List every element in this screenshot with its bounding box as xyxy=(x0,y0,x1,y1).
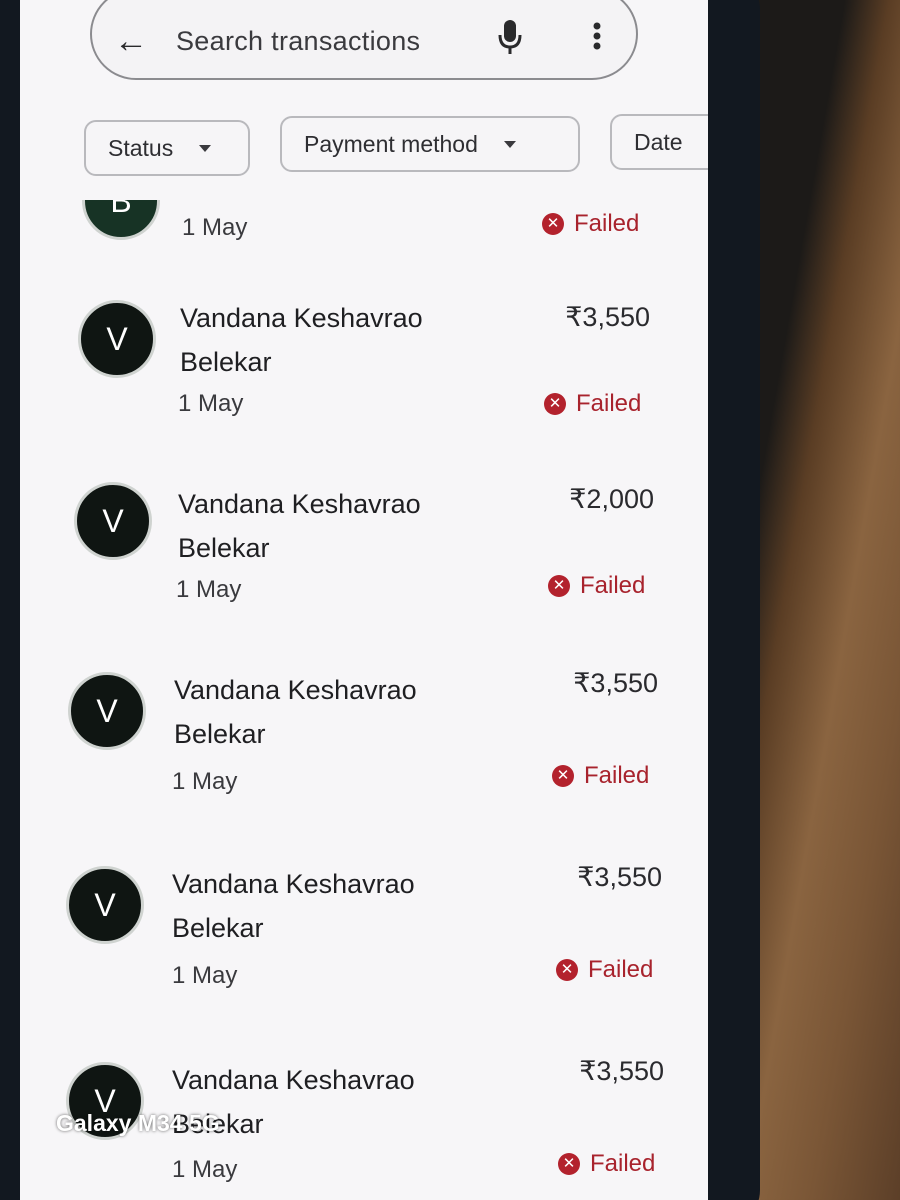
search-input[interactable]: Search transactions xyxy=(176,26,420,57)
name-line-1: Vandana Keshavrao xyxy=(174,675,417,705)
transaction-date: 1 May xyxy=(172,1156,238,1183)
status-badge: ✕ Failed xyxy=(544,390,641,418)
status-badge: ✕ Failed xyxy=(558,1150,655,1178)
transaction-date: 1 May xyxy=(172,962,238,989)
status-filter-label: Status xyxy=(108,134,174,161)
name-line-1: Vandana Keshavrao xyxy=(180,303,423,333)
transaction-amount: ₹3,550 xyxy=(579,1056,664,1086)
back-arrow-icon[interactable]: ← xyxy=(114,24,148,58)
avatar: V xyxy=(74,482,152,560)
payment-method-filter-label: Payment method xyxy=(304,130,478,157)
transaction-row[interactable]: V Vandana Keshavrao Belekar 1 May ₹2,000… xyxy=(20,464,708,654)
status-text: Failed xyxy=(574,210,640,237)
transaction-amount: ₹3,550 xyxy=(573,668,658,698)
name-line-1: Vandana Keshavrao xyxy=(172,1065,415,1095)
failed-icon: ✕ xyxy=(552,765,574,787)
date-filter-label: Date xyxy=(634,128,683,155)
dropdown-caret-icon xyxy=(503,140,516,148)
date-filter-chip[interactable]: Date xyxy=(610,114,708,170)
transaction-date: 1 May xyxy=(178,390,244,417)
name-line-2: Belekar xyxy=(172,913,264,943)
name-line-1: Vandana Keshavrao xyxy=(172,869,415,899)
transaction-name: Vandana Keshavrao Belekar xyxy=(180,296,480,384)
status-badge: ✕ Failed xyxy=(556,956,653,984)
status-badge: ✕ Failed xyxy=(542,210,639,238)
failed-icon: ✕ xyxy=(556,959,578,981)
transaction-date: 1 May xyxy=(176,576,242,603)
status-filter-chip[interactable]: Status xyxy=(84,120,250,176)
transaction-row[interactable]: V Vandana Keshavrao Belekar 1 May ₹3,550… xyxy=(20,848,708,1038)
name-line-2: Belekar xyxy=(178,533,270,563)
avatar: V xyxy=(68,672,146,750)
failed-icon: ✕ xyxy=(548,575,570,597)
transaction-row[interactable]: V Vandana Keshavrao Belekar 1 May ₹3,550… xyxy=(20,280,708,470)
transactions-screen: ← Search transactions Status Payment met… xyxy=(20,0,708,1200)
transaction-amount: ₹3,550 xyxy=(565,302,650,332)
failed-icon: ✕ xyxy=(544,393,566,415)
dropdown-caret-icon xyxy=(199,144,212,152)
status-text: Failed xyxy=(588,956,654,983)
transaction-date: 1 May xyxy=(172,768,238,795)
status-text: Failed xyxy=(580,572,646,599)
avatar: V xyxy=(78,300,156,378)
status-badge: ✕ Failed xyxy=(548,572,645,600)
transaction-name: Vandana Keshavrao Belekar xyxy=(172,862,472,950)
avatar: B xyxy=(82,200,160,240)
payment-method-filter-chip[interactable]: Payment method xyxy=(280,116,580,172)
name-line-2: Belekar xyxy=(180,347,272,377)
failed-icon: ✕ xyxy=(558,1153,580,1175)
transaction-name: Vandana Keshavrao Belekar xyxy=(178,482,478,570)
transaction-date: 1 May xyxy=(182,214,248,241)
transaction-amount: ₹3,550 xyxy=(577,862,662,892)
status-text: Failed xyxy=(576,390,642,417)
more-options-icon[interactable] xyxy=(592,22,602,55)
transaction-name: Vandana Keshavrao Belekar xyxy=(174,668,474,756)
failed-icon: ✕ xyxy=(542,213,564,235)
avatar: V xyxy=(66,866,144,944)
status-badge: ✕ Failed xyxy=(552,762,649,790)
name-line-1: Vandana Keshavrao xyxy=(178,489,421,519)
name-line-2: Belekar xyxy=(174,719,266,749)
transaction-amount: ₹2,000 xyxy=(569,484,654,514)
microphone-icon[interactable] xyxy=(498,20,522,59)
status-text: Failed xyxy=(590,1150,656,1177)
transaction-row[interactable]: B 1 May ✕ Failed xyxy=(20,200,708,260)
transaction-row[interactable]: V Vandana Keshavrao Belekar 1 May ₹3,550… xyxy=(20,652,708,842)
camera-watermark: Galaxy M34 5G xyxy=(56,1110,220,1136)
status-text: Failed xyxy=(584,762,650,789)
transaction-list: B 1 May ✕ Failed V Vandana Keshavrao Bel… xyxy=(20,200,708,1200)
search-bar[interactable]: ← Search transactions xyxy=(90,0,638,80)
